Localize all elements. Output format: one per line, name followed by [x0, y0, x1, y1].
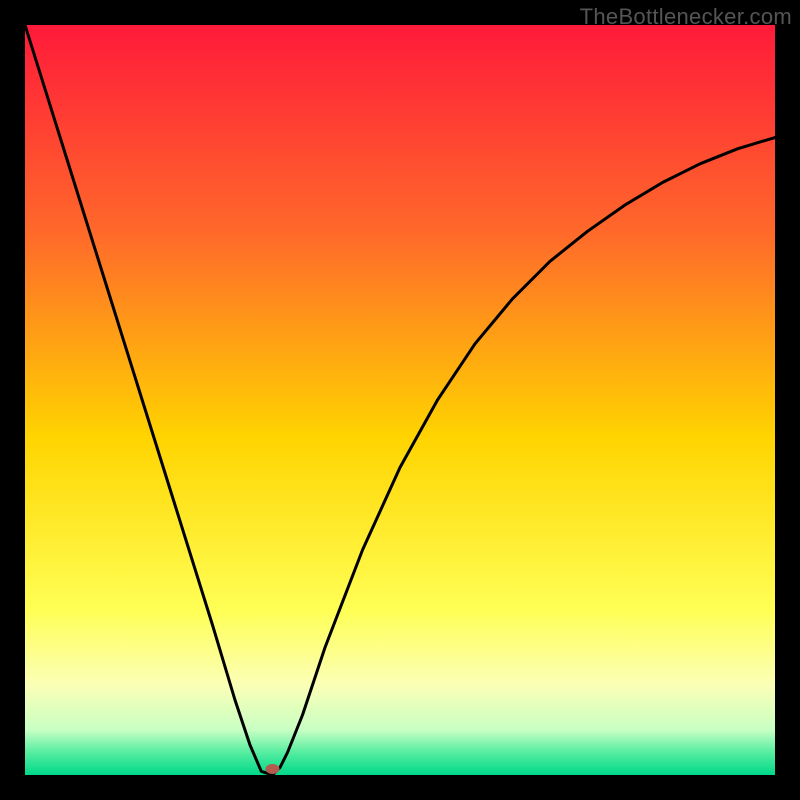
- plot-svg: [25, 25, 775, 775]
- watermark-text: TheBottlenecker.com: [580, 4, 792, 30]
- chart-frame: TheBottlenecker.com: [0, 0, 800, 800]
- plot-area: [25, 25, 775, 775]
- gradient-background: [25, 25, 775, 775]
- optimal-point-marker: [266, 764, 280, 774]
